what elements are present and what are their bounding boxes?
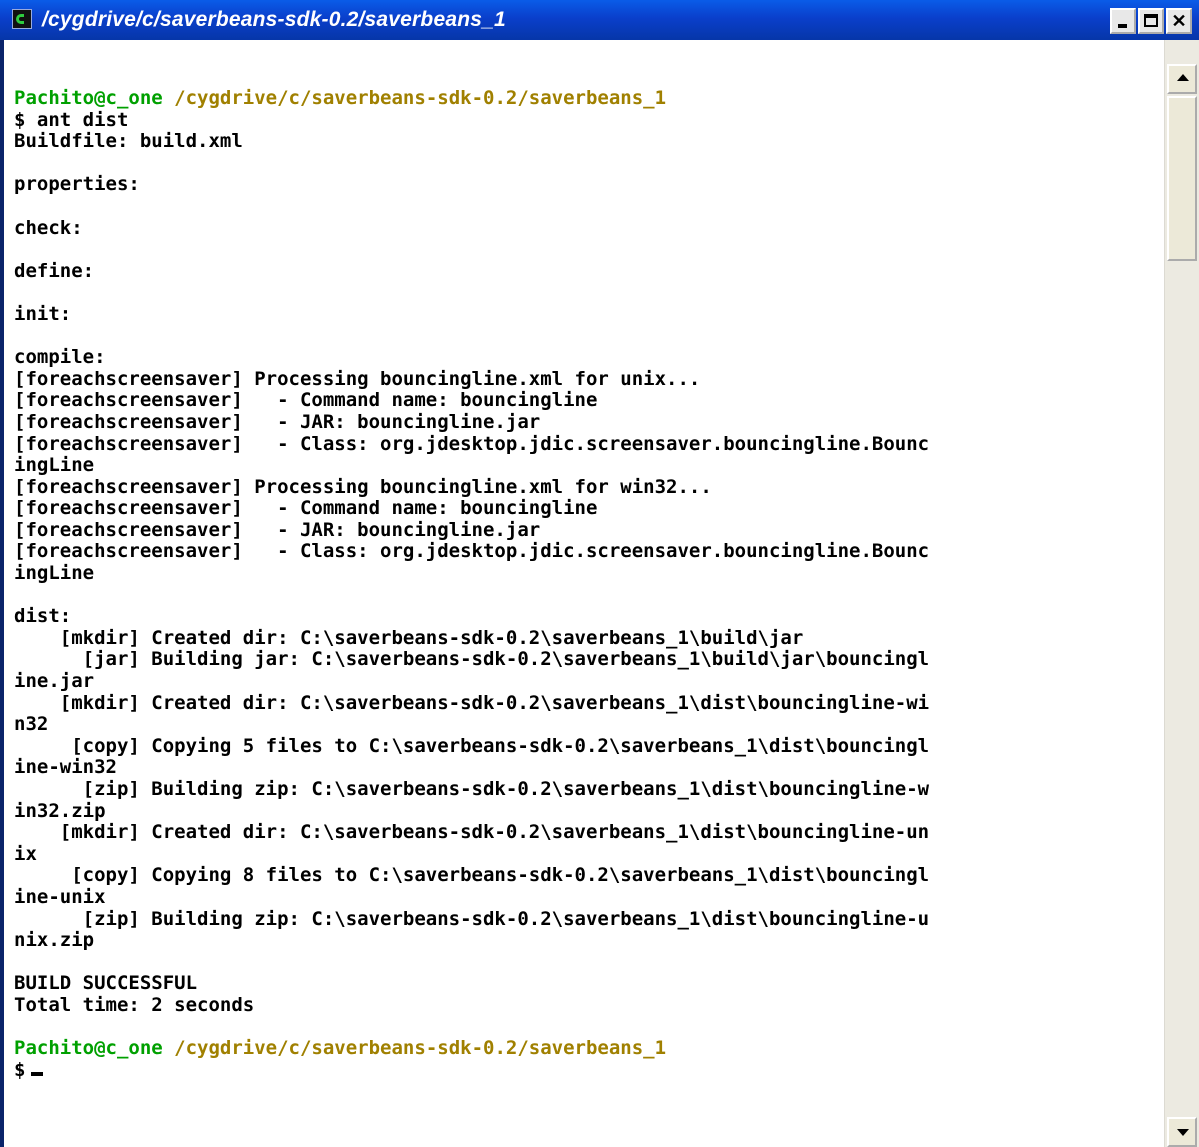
- terminal-text: Pachito@c_one /cygdrive/c/saverbeans-sdk…: [14, 87, 930, 1082]
- output-line: [foreachscreensaver] - Command name: bou…: [14, 497, 598, 520]
- output-line: nix.zip: [14, 929, 95, 952]
- text-cursor: [31, 1071, 44, 1076]
- minimize-button[interactable]: [1110, 8, 1136, 34]
- terminal-window: /cygdrive/c/saverbeans-sdk-0.2/saverbean…: [0, 0, 1199, 1147]
- output-line: properties:: [14, 173, 140, 196]
- output-line: ix: [14, 842, 37, 865]
- output-line: [foreachscreensaver] - JAR: bouncingline…: [14, 518, 541, 541]
- prompt-user: Pachito@c_one: [14, 1037, 163, 1060]
- scroll-down-arrow-icon[interactable]: [1167, 1117, 1197, 1147]
- shell-prompt: $: [14, 1058, 26, 1081]
- output-line: ingLine: [14, 454, 95, 477]
- output-line: BUILD SUCCESSFUL: [14, 972, 198, 995]
- output-line: [mkdir] Created dir: C:\saverbeans-sdk-0…: [14, 821, 930, 844]
- scrollbar-thumb[interactable]: [1167, 96, 1197, 261]
- output-line: in32.zip: [14, 799, 106, 822]
- input-line[interactable]: $: [14, 1058, 929, 1082]
- output-line: $ ant dist: [14, 108, 129, 131]
- cygwin-icon[interactable]: [12, 9, 32, 29]
- output-line: check:: [14, 216, 83, 239]
- maximize-button[interactable]: [1138, 8, 1164, 34]
- scroll-up-arrow-icon[interactable]: [1167, 64, 1197, 94]
- output-line: ine-win32: [14, 756, 117, 779]
- output-line: [copy] Copying 5 files to C:\saverbeans-…: [14, 734, 930, 757]
- vertical-scrollbar[interactable]: [1164, 40, 1199, 1147]
- terminal-output[interactable]: Pachito@c_one /cygdrive/c/saverbeans-sdk…: [4, 40, 1164, 1147]
- prompt-path: /cygdrive/c/saverbeans-sdk-0.2/saverbean…: [162, 87, 667, 109]
- output-line: dist:: [14, 605, 72, 628]
- output-line: [foreachscreensaver] Processing bouncing…: [14, 367, 701, 390]
- output-line: [zip] Building zip: C:\saverbeans-sdk-0.…: [14, 907, 930, 930]
- output-line: [zip] Building zip: C:\saverbeans-sdk-0.…: [14, 778, 930, 800]
- close-button[interactable]: [1166, 8, 1192, 34]
- output-line: [copy] Copying 8 files to C:\saverbeans-…: [14, 864, 930, 887]
- output-line: init:: [14, 302, 72, 325]
- output-line: Buildfile: build.xml: [14, 130, 243, 153]
- output-line: ingLine: [14, 562, 95, 585]
- output-lines: $ ant dist Buildfile: build.xml properties…: [14, 108, 930, 1039]
- client-area: Pachito@c_one /cygdrive/c/saverbeans-sdk…: [4, 40, 1199, 1147]
- output-line: define:: [14, 259, 95, 282]
- output-line: [foreachscreensaver] - Class: org.jdeskt…: [14, 540, 930, 563]
- prompt-path: /cygdrive/c/saverbeans-sdk-0.2/saverbean…: [162, 1037, 667, 1060]
- output-line: [mkdir] Created dir: C:\saverbeans-sdk-0…: [14, 626, 804, 649]
- window-title: /cygdrive/c/saverbeans-sdk-0.2/saverbean…: [42, 8, 506, 31]
- prompt-line: Pachito@c_one /cygdrive/c/saverbeans-sdk…: [14, 1037, 929, 1060]
- output-line: [mkdir] Created dir: C:\saverbeans-sdk-0…: [14, 691, 930, 714]
- output-line: n32: [14, 713, 49, 736]
- output-line: ine.jar: [14, 670, 95, 693]
- prompt-user: Pachito@c_one: [14, 87, 163, 109]
- output-line: [foreachscreensaver] - Command name: bou…: [14, 389, 598, 412]
- output-line: Total time: 2 seconds: [14, 993, 255, 1016]
- output-line: ine-unix: [14, 885, 106, 908]
- output-line: [foreachscreensaver] - JAR: bouncingline…: [14, 410, 541, 433]
- title-bar[interactable]: /cygdrive/c/saverbeans-sdk-0.2/saverbean…: [0, 0, 1199, 40]
- output-line: [foreachscreensaver] Processing bouncing…: [14, 475, 712, 498]
- prompt-line: Pachito@c_one /cygdrive/c/saverbeans-sdk…: [14, 87, 929, 110]
- output-line: [foreachscreensaver] - Class: org.jdeskt…: [14, 432, 930, 455]
- output-line: compile:: [14, 346, 106, 369]
- output-line: [jar] Building jar: C:\saverbeans-sdk-0.…: [14, 648, 930, 671]
